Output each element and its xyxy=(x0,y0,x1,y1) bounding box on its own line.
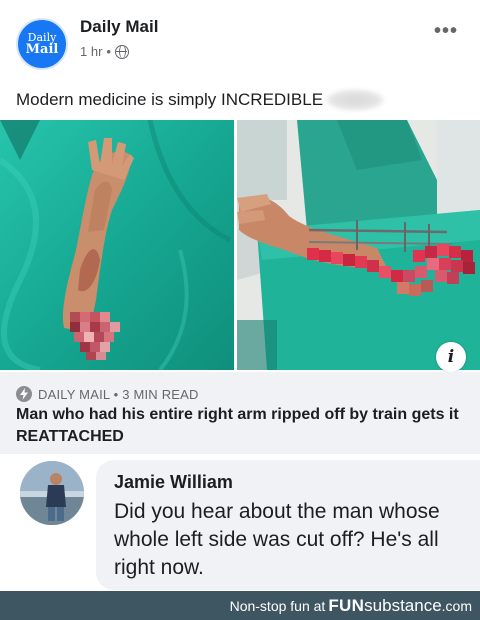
photo-left-drawing xyxy=(0,120,234,370)
post-time[interactable]: 1 hr xyxy=(80,44,102,59)
commenter-avatar[interactable] xyxy=(20,461,84,525)
comment-text: Did you hear about the man whose whole l… xyxy=(114,500,440,579)
blurred-emoji xyxy=(325,89,386,111)
commenter-photo xyxy=(20,461,84,525)
link-source: DAILY MAIL • 3 MIN READ xyxy=(38,386,199,402)
meta-separator: • xyxy=(106,44,111,59)
comment-bubble: Jamie William Did you hear about the man… xyxy=(96,460,480,590)
photo-right-drawing xyxy=(237,120,480,370)
watermark-brand-rest: substance xyxy=(364,595,442,615)
commenter-name[interactable]: Jamie William xyxy=(114,472,233,493)
watermark-domain: .com xyxy=(441,597,472,614)
post-caption: Modern medicine is simply INCREDIBLE xyxy=(16,89,386,111)
watermark-bar: Non-stop fun at FUNsubstance.com xyxy=(0,591,480,620)
page-name[interactable]: Daily Mail xyxy=(80,17,158,37)
photo-left[interactable] xyxy=(0,120,234,370)
link-source-row: DAILY MAIL • 3 MIN READ xyxy=(16,386,199,402)
watermark-brand: FUNsubstance.com xyxy=(328,596,472,616)
post-header: Daily Mail Daily Mail 1 hr • ••• xyxy=(0,0,480,80)
more-options-icon[interactable]: ••• xyxy=(434,20,458,43)
globe-icon xyxy=(114,44,129,59)
info-icon[interactable]: i xyxy=(436,342,466,372)
bolt-icon xyxy=(16,386,32,402)
post-meta: 1 hr • xyxy=(80,44,129,59)
photo-right[interactable] xyxy=(237,120,480,370)
caption-text: Modern medicine is simply INCREDIBLE xyxy=(16,90,324,109)
link-title[interactable]: Man who had his entire right arm ripped … xyxy=(16,404,471,448)
avatar-line2: Mail xyxy=(25,42,59,57)
watermark-brand-bold: FUN xyxy=(328,595,365,615)
watermark-prefix: Non-stop fun at xyxy=(229,597,326,614)
link-preview[interactable]: DAILY MAIL • 3 MIN READ Man who had his … xyxy=(0,372,480,454)
page-avatar[interactable]: Daily Mail xyxy=(16,18,68,70)
